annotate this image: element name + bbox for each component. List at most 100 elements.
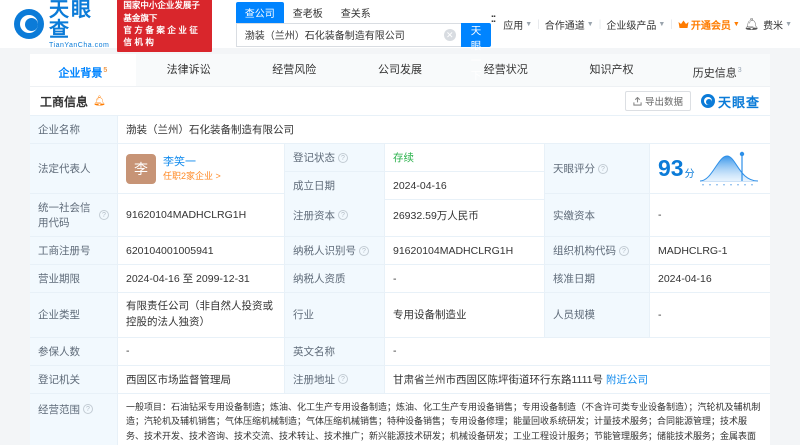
search-tab-company[interactable]: 查公司	[235, 1, 284, 23]
tab-intellectual-property[interactable]: 知识产权	[559, 54, 665, 86]
nav-separator: |	[670, 18, 673, 30]
legal-rep-avatar[interactable]: 李	[126, 153, 156, 184]
company-type-label: 企业类型	[30, 293, 118, 338]
taxpayer-id-value: 91620104MADHCLRG1H	[385, 237, 545, 265]
nav-vip-label: 开通会员	[690, 20, 731, 32]
org-code-label: 组织机构代码?	[545, 237, 650, 265]
monitor-bell-icon[interactable]: 🔔︎	[93, 96, 106, 107]
info-icon[interactable]: ?	[83, 403, 93, 414]
score-label: 天眼评分?	[545, 144, 650, 194]
search-tab-boss[interactable]: 查老板	[284, 2, 332, 23]
table-row: 工商注册号 620104001005941 纳税人识别号? 91620104MA…	[30, 237, 770, 265]
nav-apps[interactable]: 应用▼	[491, 14, 532, 32]
notification-bell-icon[interactable]: 🔔︎	[744, 17, 759, 31]
reg-capital-label: 注册资本?	[285, 194, 385, 237]
credit-code-label: 统一社会信用代码?	[30, 194, 118, 237]
paid-capital-value: -	[650, 194, 770, 237]
profile-tab-bar: 企业背景5 法律诉讼 经营风险 公司发展 经营状况 知识产权 历史信息3	[30, 54, 770, 87]
info-icon[interactable]: ?	[619, 245, 629, 256]
table-row: 营业期限 2024-04-16 至 2099-12-31 纳税人资质 - 核准日…	[30, 265, 770, 293]
taxpayer-quality-label: 纳税人资质	[285, 265, 385, 293]
tab-legal-proceedings[interactable]: 法律诉讼	[136, 54, 242, 86]
org-code-value: MADHCLRG-1	[650, 237, 770, 265]
info-icon[interactable]: ?	[338, 210, 348, 220]
section-header: 工商信息 🔔︎ 导出数据 天眼查	[30, 87, 770, 115]
nav-apps-label: 应用	[503, 20, 524, 32]
approval-date-value: 2024-04-16	[650, 265, 770, 293]
reg-capital-value: 26932.59万人民币	[385, 194, 545, 237]
gov-certification-badge: 国家中小企业发展子基金旗下 官方备案企业征信机构	[117, 0, 212, 52]
nav-user-account[interactable]: 费米 ▼	[763, 17, 792, 32]
nearby-companies-link[interactable]: 附近公司	[606, 372, 648, 387]
credit-code-value: 91620104MADHCLRG1H	[118, 194, 285, 237]
section-title: 工商信息	[40, 94, 89, 109]
table-row: 经营范围? 一般项目：石油钻采专用设备制造；炼油、化工生产专用设备制造；炼油、化…	[30, 393, 770, 445]
export-icon	[633, 96, 642, 106]
app-grid-icon	[491, 14, 500, 29]
reg-address-text: 甘肃省兰州市西固区陈坪街道环行东路1111号	[393, 373, 604, 386]
search-tab-relation[interactable]: 查关系	[332, 2, 380, 23]
info-icon[interactable]: ?	[338, 152, 348, 163]
nav-enterprise-label: 企业级产品	[606, 20, 657, 32]
reg-address-label: 注册地址?	[285, 365, 385, 394]
insured-count-label: 参保人数	[30, 337, 118, 366]
tab-operational-risk[interactable]: 经营风险	[241, 54, 347, 86]
crown-icon	[678, 20, 689, 28]
reg-authority-value: 西固区市场监督管理局	[118, 365, 285, 394]
clear-search-icon[interactable]: ✕	[443, 28, 456, 41]
nav-vip-upgrade[interactable]: 开通会员 ▼	[678, 17, 740, 32]
reg-number-label: 工商注册号	[30, 237, 118, 265]
badge-line1: 国家中小企业发展子基金旗下	[123, 0, 200, 23]
business-info-table: 企业名称 渤装（兰州）石化装备制造有限公司 法定代表人 李 李笑一 任职2家企业…	[30, 115, 770, 445]
nav-cooperation[interactable]: 合作通道 ▼	[545, 17, 594, 32]
search-block: 查公司 查老板 查关系 ✕ 天眼一下	[235, 1, 492, 82]
nav-user-label: 费米	[763, 20, 784, 32]
tab-operating-status[interactable]: 经营状况	[453, 54, 559, 86]
approval-date-label: 核准日期	[545, 265, 650, 293]
tab-company-background[interactable]: 企业背景5	[30, 54, 136, 86]
table-row: 法定代表人 李 李笑一 任职2家企业 > 登记状态? 存续 成立日期 2024-…	[30, 144, 770, 200]
score-number: 93	[658, 155, 684, 181]
nav-enterprise-products[interactable]: 企业级产品 ▼	[606, 17, 665, 32]
reg-number-value: 620104001005941	[118, 237, 285, 265]
export-data-button[interactable]: 导出数据	[624, 91, 691, 111]
legal-rep-positions-link[interactable]: 任职2家企业 >	[163, 170, 221, 183]
table-row: 企业类型 有限责任公司（非自然人投资或控股的法人独资） 行业 专用设备制造业 人…	[30, 293, 770, 338]
english-name-value: -	[385, 338, 770, 366]
business-term-value: 2024-04-16 至 2099-12-31	[118, 265, 285, 293]
legal-rep-name-link[interactable]: 李笑一	[163, 155, 221, 170]
info-icon[interactable]: ?	[359, 245, 369, 256]
score-value-cell[interactable]: 93 分	[650, 144, 770, 194]
badge-line2: 官方备案企业征信机构	[123, 25, 201, 48]
tianyancha-mini-icon	[700, 94, 715, 108]
search-input[interactable]	[235, 22, 461, 47]
tab-company-development[interactable]: 公司发展	[347, 54, 453, 86]
reg-address-value: 甘肃省兰州市西固区陈坪街道环行东路1111号 附近公司	[385, 366, 770, 394]
insured-count-value: -	[118, 337, 285, 366]
business-term-label: 营业期限	[30, 265, 118, 293]
table-row: 登记机关 西固区市场监督管理局 注册地址? 甘肃省兰州市西固区陈坪街道环行东路1…	[30, 365, 770, 394]
reg-status-label: 登记状态?	[285, 144, 385, 172]
business-scope-value: 一般项目：石油钻采专用设备制造；炼油、化工生产专用设备制造；炼油、化工生产专用设…	[118, 394, 770, 445]
tab-history-info[interactable]: 历史信息3	[664, 54, 770, 86]
info-icon[interactable]: ?	[99, 210, 109, 220]
score-unit: 分	[684, 169, 695, 180]
top-navbar: 天眼查 TianYanCha.com 国家中小企业发展子基金旗下 官方备案企业征…	[0, 0, 800, 82]
info-icon[interactable]: ?	[338, 374, 348, 384]
taxpayer-quality-value: -	[385, 265, 545, 293]
company-profile-card: 企业背景5 法律诉讼 经营风险 公司发展 经营状况 知识产权 历史信息3 工商信…	[30, 54, 770, 445]
tianyancha-logo[interactable]: 天眼查 TianYanCha.com	[14, 0, 109, 49]
nav-separator: |	[598, 18, 602, 30]
staff-size-value: -	[650, 293, 770, 338]
company-name-label: 企业名称	[30, 116, 118, 144]
reg-status-value: 存续	[385, 144, 545, 172]
search-button[interactable]: 天眼一下	[460, 22, 492, 82]
info-icon[interactable]: ?	[598, 163, 608, 174]
logo-brand-text: 天眼查	[49, 0, 93, 41]
paid-capital-label: 实缴资本	[545, 194, 650, 237]
score-curve-chart	[699, 151, 758, 185]
business-scope-label: 经营范围?	[30, 393, 118, 445]
export-label: 导出数据	[644, 97, 683, 108]
table-row: 统一社会信用代码? 91620104MADHCLRG1H 注册资本? 26932…	[30, 194, 770, 237]
tab-count-badge: 5	[103, 67, 108, 74]
